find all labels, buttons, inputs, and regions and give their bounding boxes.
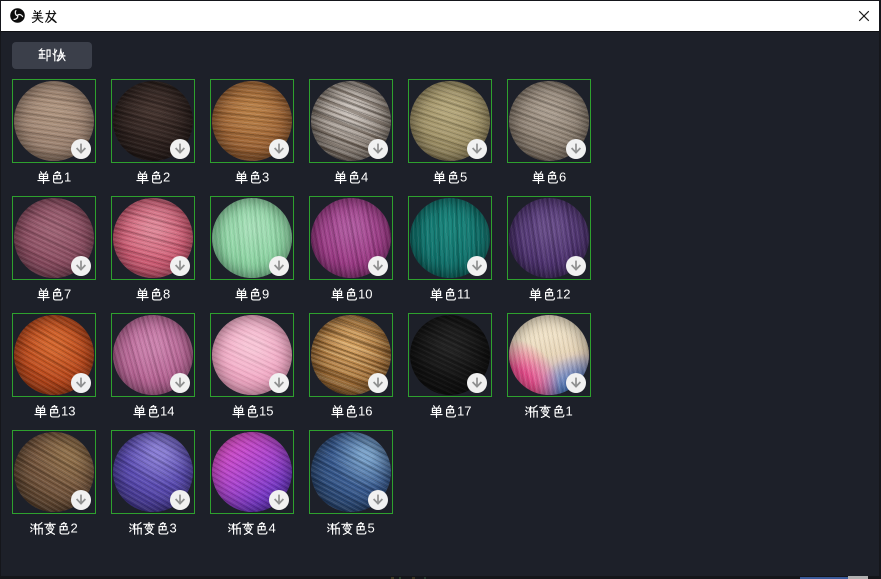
svg-text:10: 10 [358,287,372,301]
svg-text:15: 15 [259,404,273,418]
svg-text:5: 5 [368,521,375,535]
svg-text:17: 17 [457,404,471,418]
svg-text:4: 4 [361,170,368,184]
svg-text:1: 1 [64,170,71,184]
svg-text:1: 1 [566,404,573,418]
svg-text:14: 14 [160,404,174,418]
svg-text:7: 7 [64,287,71,301]
svg-text:12: 12 [556,287,570,301]
svg-text:3: 3 [170,521,177,535]
svg-text:16: 16 [358,404,372,418]
svg-text:2: 2 [163,170,170,184]
svg-text:3: 3 [262,170,269,184]
svg-text:2: 2 [71,521,78,535]
svg-text:9: 9 [262,287,269,301]
svg-text:13: 13 [61,404,75,418]
svg-text:8: 8 [163,287,170,301]
svg-text:5: 5 [460,170,467,184]
svg-text:11: 11 [457,287,471,301]
svg-text:4: 4 [269,521,276,535]
svg-text:6: 6 [559,170,566,184]
